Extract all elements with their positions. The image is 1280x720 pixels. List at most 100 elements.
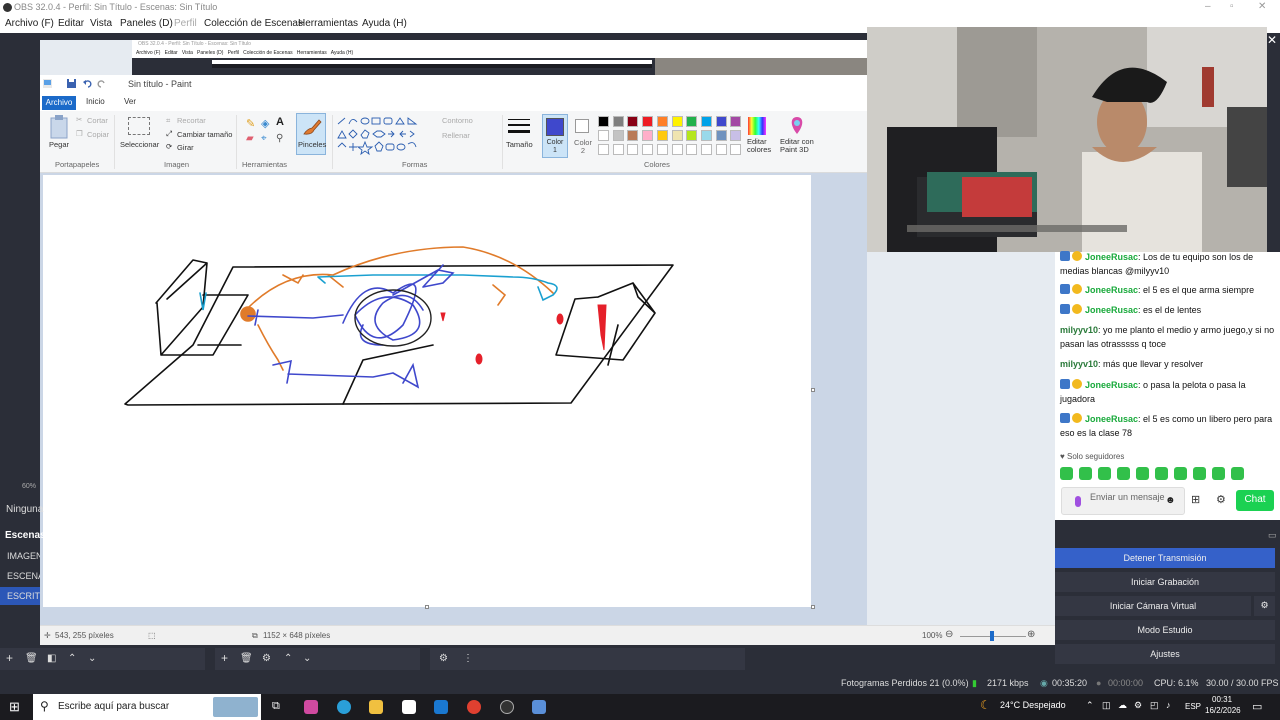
redo-icon[interactable] <box>97 79 106 88</box>
chat-username[interactable]: milyyv10 <box>1060 325 1098 335</box>
palette-swatch-empty[interactable] <box>730 144 742 155</box>
palette-swatch-empty[interactable] <box>671 144 683 155</box>
edge-icon[interactable] <box>337 700 351 714</box>
emote-icon[interactable] <box>1193 467 1206 480</box>
paste-icon[interactable] <box>49 115 69 139</box>
paint3d-button[interactable]: Editar con Paint 3D <box>780 138 820 154</box>
zoom-in-icon[interactable]: ⊕ <box>1027 629 1035 640</box>
weather-text[interactable]: 24°C Despejado <box>1000 700 1066 710</box>
settings-button[interactable]: Ajustes <box>1055 644 1275 664</box>
menu-herramientas[interactable]: Herramientas <box>298 18 358 29</box>
menu-ayuda[interactable]: Ayuda (H) <box>362 18 407 29</box>
chat-username[interactable]: JoneeRusac <box>1085 252 1138 262</box>
cut-button[interactable]: Cortar <box>87 116 108 125</box>
rotate-button[interactable]: Girar <box>177 143 194 152</box>
obs-taskbar-icon[interactable] <box>500 700 514 714</box>
palette-swatch[interactable] <box>715 116 727 127</box>
start-recording-button[interactable]: Iniciar Grabación <box>1055 572 1275 592</box>
eraser-icon[interactable]: ▰ <box>246 133 254 144</box>
emote-icon[interactable] <box>1117 467 1130 480</box>
palette-swatch[interactable] <box>627 116 639 127</box>
mail-icon[interactable] <box>434 700 448 714</box>
tab-ver[interactable]: Ver <box>124 97 136 106</box>
scene-item-selected[interactable]: ESCRITORIO <box>0 587 40 605</box>
menu-vista[interactable]: Vista <box>90 18 112 29</box>
color1-selector[interactable]: Color 1 <box>542 114 568 158</box>
resize-handle[interactable] <box>811 388 815 392</box>
palette-swatch-empty[interactable] <box>642 144 654 155</box>
palette-swatch[interactable] <box>671 116 683 127</box>
maximize-icon[interactable]: ▫ <box>1230 1 1234 12</box>
emoji-icon[interactable]: ☻ <box>1165 495 1176 506</box>
remove-scene-icon[interactable]: 🗑 <box>25 653 38 664</box>
copy-icon[interactable]: ❐ <box>76 129 83 138</box>
store-icon[interactable] <box>402 700 416 714</box>
menu-editar[interactable]: Editar <box>58 18 84 29</box>
minimize-icon[interactable]: – <box>1205 1 1211 12</box>
select-icon[interactable] <box>128 117 150 135</box>
palette-swatch[interactable] <box>730 116 742 127</box>
size-icon[interactable] <box>508 117 530 137</box>
undo-icon[interactable] <box>83 79 92 88</box>
palette-swatch[interactable] <box>715 130 727 141</box>
save-icon[interactable] <box>67 79 76 88</box>
palette-swatch[interactable] <box>656 130 668 141</box>
copilot-icon[interactable] <box>304 700 318 714</box>
resize-button[interactable]: Cambiar tamaño <box>177 130 232 139</box>
zoom-slider-thumb[interactable] <box>990 631 994 641</box>
tray-expand-icon[interactable]: ⌃ <box>1086 700 1094 711</box>
select-button[interactable]: Seleccionar <box>120 140 159 149</box>
cut-icon[interactable]: ✂ <box>76 115 82 124</box>
emote-icon[interactable] <box>1060 467 1073 480</box>
menu-paneles[interactable]: Paneles (D) <box>120 18 173 29</box>
chat-username[interactable]: JoneeRusac <box>1085 285 1138 295</box>
crop-icon[interactable]: ⌗ <box>166 116 170 126</box>
remove-source-icon[interactable]: 🗑 <box>240 653 253 664</box>
mixer-menu-icon[interactable]: ⋮ <box>463 653 473 664</box>
resize-icon[interactable]: ⤢ <box>166 129 172 139</box>
move-down-icon[interactable]: ⌄ <box>88 653 96 664</box>
taskbar-search[interactable]: ⚲ Escribe aquí para buscar <box>33 694 261 720</box>
magnifier-icon[interactable]: ⚲ <box>276 133 283 144</box>
pencil-icon[interactable]: ✎ <box>246 117 255 130</box>
source-down-icon[interactable]: ⌄ <box>303 653 311 664</box>
palette-swatch[interactable] <box>642 116 654 127</box>
tab-inicio[interactable]: Inicio <box>86 97 105 106</box>
color-picker-icon[interactable]: ⌖ <box>261 133 267 144</box>
clock-time[interactable]: 00:31 <box>1212 695 1232 704</box>
menu-perfil[interactable]: Perfil <box>174 18 197 29</box>
scene-item[interactable]: IMAGEN <box>0 547 40 565</box>
fill-button[interactable]: Rellenar <box>442 131 470 140</box>
copy-button[interactable]: Copiar <box>87 130 109 139</box>
palette-swatch[interactable] <box>686 116 698 127</box>
scene-item[interactable]: ESCENA <box>0 567 40 585</box>
palette-swatch[interactable] <box>656 116 668 127</box>
crop-button[interactable]: Recortar <box>177 116 206 125</box>
edit-colors-button[interactable]: Editar colores <box>747 138 771 154</box>
emote-icon[interactable] <box>1155 467 1168 480</box>
close-icon[interactable]: ✕ <box>1258 1 1266 12</box>
palette-swatch[interactable] <box>730 130 742 141</box>
palette-swatch-empty[interactable] <box>715 144 727 155</box>
add-scene-icon[interactable]: + <box>6 651 13 665</box>
emote-icon[interactable] <box>1212 467 1225 480</box>
dock-float-icon[interactable]: ▭ <box>1268 530 1277 541</box>
paint3d-icon[interactable] <box>788 116 806 136</box>
paint-taskbar-icon[interactable] <box>532 700 546 714</box>
drawing-canvas[interactable] <box>43 175 815 609</box>
tab-archivo[interactable]: Archivo <box>42 96 76 110</box>
emote-icon[interactable] <box>1174 467 1187 480</box>
chat-username[interactable]: milyyv10 <box>1060 359 1098 369</box>
chat-input[interactable]: Enviar un mensaje ☻ <box>1061 487 1185 515</box>
edit-colors-icon[interactable] <box>748 117 766 135</box>
size-label[interactable]: Tamaño <box>506 140 533 149</box>
chat-settings-icon[interactable]: ⚙ <box>1216 493 1226 506</box>
tray-icon[interactable]: ◫ <box>1102 700 1111 711</box>
color2-swatch[interactable] <box>575 119 589 133</box>
webcam-close-icon[interactable]: ✕ <box>1267 33 1277 47</box>
emote-icon[interactable] <box>1231 467 1244 480</box>
palette-swatch-empty[interactable] <box>686 144 698 155</box>
palette-swatch[interactable] <box>700 116 712 127</box>
notifications-icon[interactable]: ▭ <box>1252 700 1262 713</box>
rotate-icon[interactable]: ⟳ <box>166 142 172 151</box>
